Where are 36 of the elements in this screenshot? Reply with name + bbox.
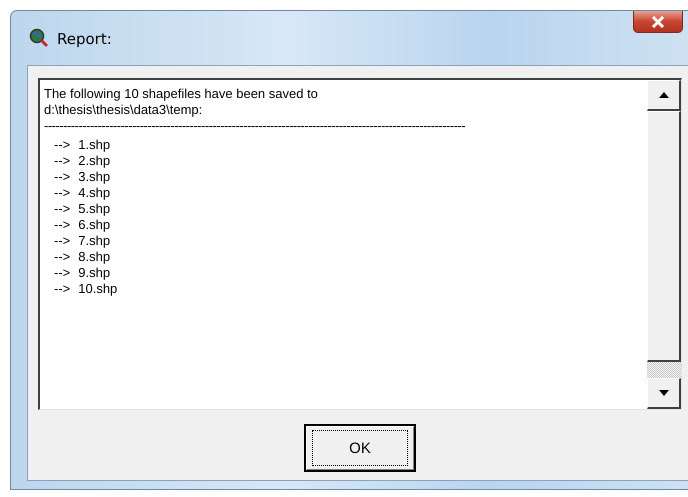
file-name: 2.shp bbox=[78, 153, 110, 169]
arrow-marker: --> bbox=[54, 137, 70, 153]
close-button[interactable] bbox=[633, 11, 683, 33]
down-arrow-icon bbox=[658, 390, 668, 396]
file-name: 8.shp bbox=[78, 249, 110, 265]
arrow-marker: --> bbox=[54, 169, 70, 185]
file-name: 3.shp bbox=[78, 169, 110, 185]
ok-button[interactable]: OK bbox=[304, 424, 416, 472]
arrow-marker: --> bbox=[54, 217, 70, 233]
arrow-marker: --> bbox=[54, 153, 70, 169]
arrow-marker: --> bbox=[54, 185, 70, 201]
file-name: 4.shp bbox=[78, 185, 110, 201]
arrow-marker: --> bbox=[54, 201, 70, 217]
globe-magnifier-icon bbox=[29, 28, 49, 48]
scroll-down-button[interactable] bbox=[647, 378, 681, 409]
scroll-up-button[interactable] bbox=[647, 80, 681, 111]
folder-path: d:\thesis\thesis\data3\temp: bbox=[44, 102, 202, 118]
report-text-area[interactable] bbox=[38, 78, 682, 410]
file-name: 10.shp bbox=[78, 281, 118, 297]
file-name: 1.shp bbox=[78, 137, 110, 153]
scroll-thumb[interactable] bbox=[647, 111, 681, 362]
arrow-marker: --> bbox=[54, 233, 70, 249]
file-name: 5.shp bbox=[78, 201, 110, 217]
arrow-marker: --> bbox=[54, 249, 70, 265]
scroll-track[interactable] bbox=[647, 362, 681, 378]
close-icon bbox=[651, 16, 665, 28]
file-name: 9.shp bbox=[78, 265, 110, 281]
up-arrow-icon bbox=[658, 92, 668, 98]
file-name: 7.shp bbox=[78, 233, 110, 249]
arrow-marker: --> bbox=[54, 265, 70, 281]
scrollbar[interactable] bbox=[647, 80, 681, 409]
arrow-marker: --> bbox=[54, 281, 70, 297]
file-name: 6.shp bbox=[78, 217, 110, 233]
report-text: The following 10 shapefiles have been saved to bbox=[44, 86, 318, 102]
separator-text: -------------------------------------------------------------------------------------------------------------- bbox=[44, 118, 466, 134]
window-title: Report: bbox=[57, 30, 112, 48]
